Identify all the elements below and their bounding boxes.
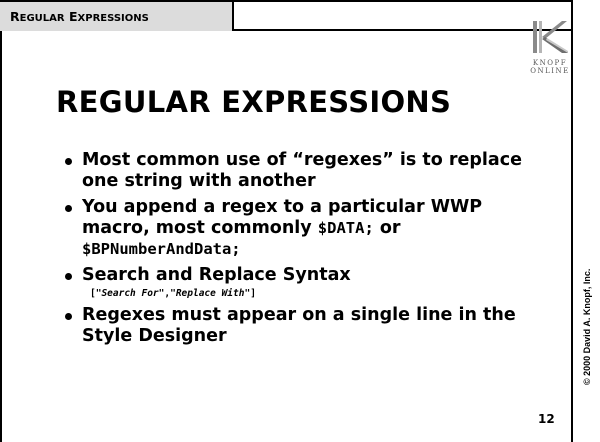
logo-wordmark-line1: KNOPF	[532, 59, 568, 67]
bullet-item: Regexes must appear on a single line in …	[62, 305, 532, 347]
section-tab: REGULAR EXPRESSIONS	[0, 2, 234, 31]
slide-title: REGULAR EXPRESSIONS	[56, 85, 452, 119]
bullet-text: Regexes must appear on a single line in …	[82, 305, 516, 346]
tab-rest-1: EGULAR	[19, 13, 65, 24]
tab-cap-1: R	[10, 9, 20, 24]
bullet-item: You append a regex to a particular WWP m…	[62, 197, 532, 260]
bullet-item: Most common use of “regexes” is to repla…	[62, 150, 532, 192]
syntax-close: "]	[244, 288, 256, 299]
syntax-open: ["	[90, 288, 102, 299]
bullet-text: Most common use of “regexes” is to repla…	[82, 150, 522, 191]
header-bar: REGULAR EXPRESSIONS	[0, 0, 573, 31]
tab-rest-2: XPRESSIONS	[77, 13, 149, 24]
tab-cap-2: E	[68, 9, 78, 24]
syntax-mid: ","	[158, 288, 176, 299]
bullet-item: Search and Replace Syntax ["Search For",…	[62, 265, 532, 300]
bullet-list: Most common use of “regexes” is to repla…	[62, 150, 532, 352]
syntax-replace: Replace With	[175, 288, 245, 299]
bullet-text-joiner: or	[373, 218, 401, 238]
logo-wordmark: KNOPF ONLINE	[528, 59, 572, 75]
copyright-notice: © 2000 David A. Knopf, Inc.	[582, 268, 592, 385]
logo-wordmark-line2: ONLINE	[530, 67, 570, 75]
bullet-text: You append a regex to a particular WWP m…	[82, 197, 483, 238]
bullet-text: Search and Replace Syntax	[82, 265, 351, 285]
page-number: 12	[538, 412, 555, 426]
code-macro-data: $DATA;	[317, 219, 374, 237]
syntax-search: Search For	[101, 288, 159, 299]
code-macro-bpnumber: $BPNumberAndData;	[82, 240, 241, 258]
syntax-example: ["Search For","Replace With"]	[82, 287, 532, 300]
